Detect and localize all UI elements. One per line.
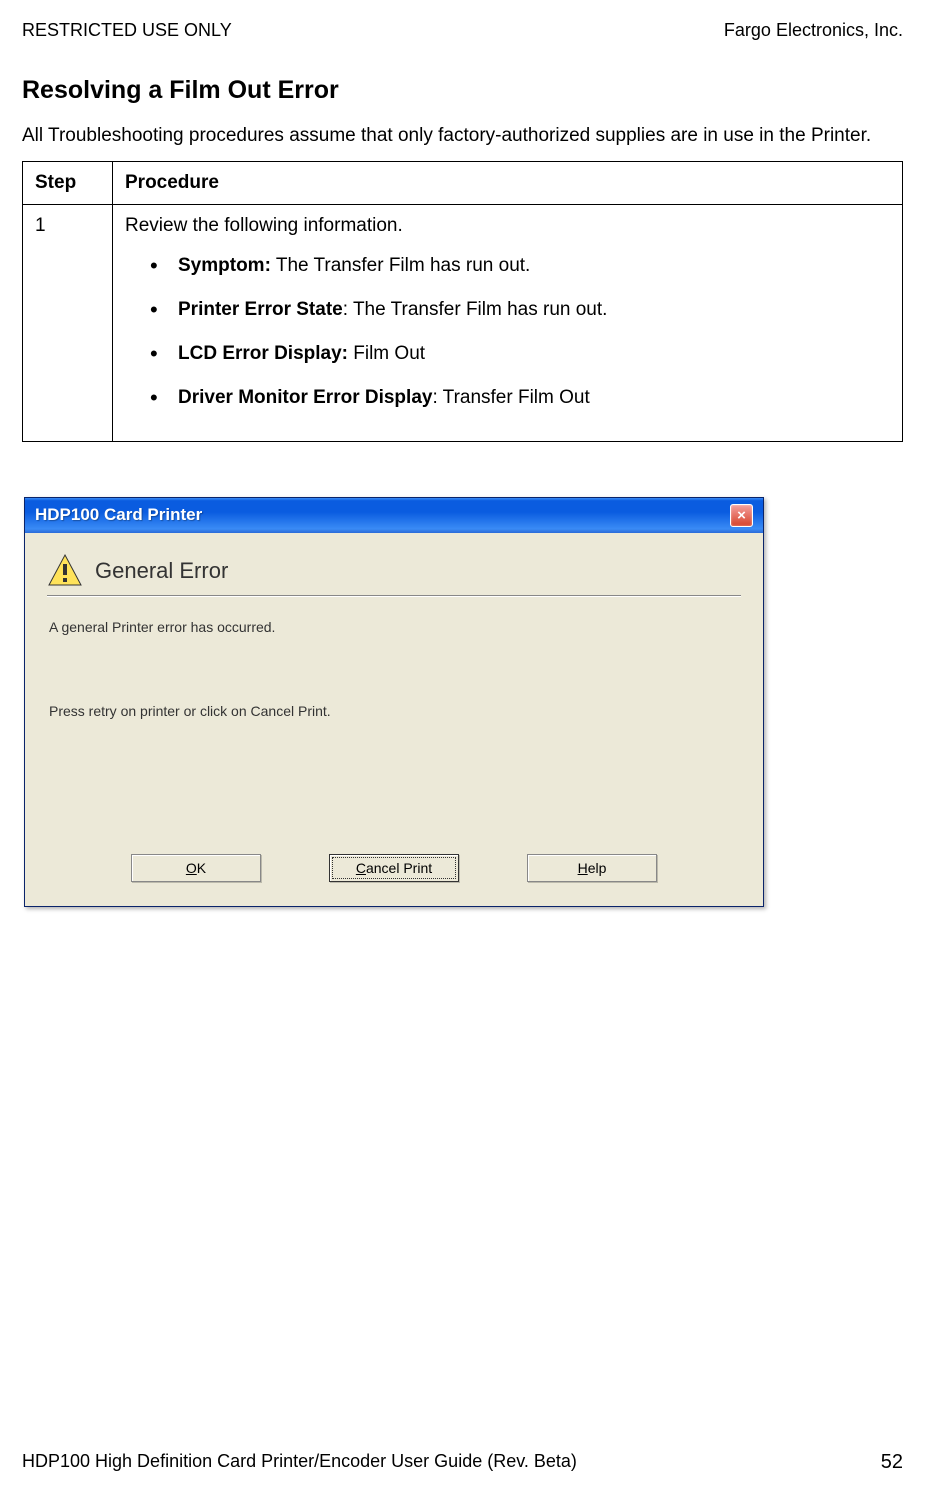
dialog-body: General Error A general Printer error ha… [25,533,763,906]
procedure-list: Symptom: The Transfer Film has run out. … [125,255,890,409]
error-message: A general Printer error has occurred. [49,619,741,635]
item-text: Film Out [348,343,425,364]
item-text: : The Transfer Film has run out. [343,299,608,320]
table-row: 1 Review the following information. Symp… [23,204,903,441]
item-label: Driver Monitor Error Display [178,387,432,408]
error-heading: General Error [95,558,228,584]
header-right: Fargo Electronics, Inc. [724,20,903,41]
header-left: RESTRICTED USE ONLY [22,20,232,41]
help-button[interactable]: Help [527,854,657,882]
close-button[interactable]: × [730,504,753,527]
section-title: Resolving a Film Out Error [22,76,903,105]
col-procedure: Procedure [113,161,903,204]
list-item: Symptom: The Transfer Film has run out. [150,255,890,277]
list-item: Driver Monitor Error Display: Transfer F… [150,387,890,409]
error-dialog: HDP100 Card Printer × General Error A ge… [24,497,764,907]
error-header: General Error [47,553,741,589]
step-number: 1 [23,204,113,441]
intro-text: All Troubleshooting procedures assume th… [22,123,903,149]
page-footer: HDP100 High Definition Card Printer/Enco… [22,1451,903,1474]
warning-icon [47,553,83,589]
divider [47,595,741,597]
list-item: Printer Error State: The Transfer Film h… [150,299,890,321]
procedure-cell: Review the following information. Sympto… [113,204,903,441]
col-step: Step [23,161,113,204]
item-label: Printer Error State [178,299,343,320]
dialog-button-row: OK Cancel Print Help [47,854,741,888]
item-label: LCD Error Display: [178,343,348,364]
table-header-row: Step Procedure [23,161,903,204]
item-text: : Transfer Film Out [432,387,589,408]
dialog-titlebar[interactable]: HDP100 Card Printer × [25,498,763,533]
item-text: The Transfer Film has run out. [271,255,530,276]
procedure-intro: Review the following information. [125,215,890,237]
close-icon: × [737,507,746,524]
list-item: LCD Error Display: Film Out [150,343,890,365]
cancel-print-button[interactable]: Cancel Print [329,854,459,882]
titlebar-text: HDP100 Card Printer [35,505,202,525]
steps-table: Step Procedure 1 Review the following in… [22,161,903,442]
page-number: 52 [881,1451,903,1474]
item-label: Symptom: [178,255,271,276]
footer-left: HDP100 High Definition Card Printer/Enco… [22,1451,577,1474]
page-header: RESTRICTED USE ONLY Fargo Electronics, I… [22,20,903,41]
ok-button[interactable]: OK [131,854,261,882]
error-instruction: Press retry on printer or click on Cance… [49,703,741,719]
